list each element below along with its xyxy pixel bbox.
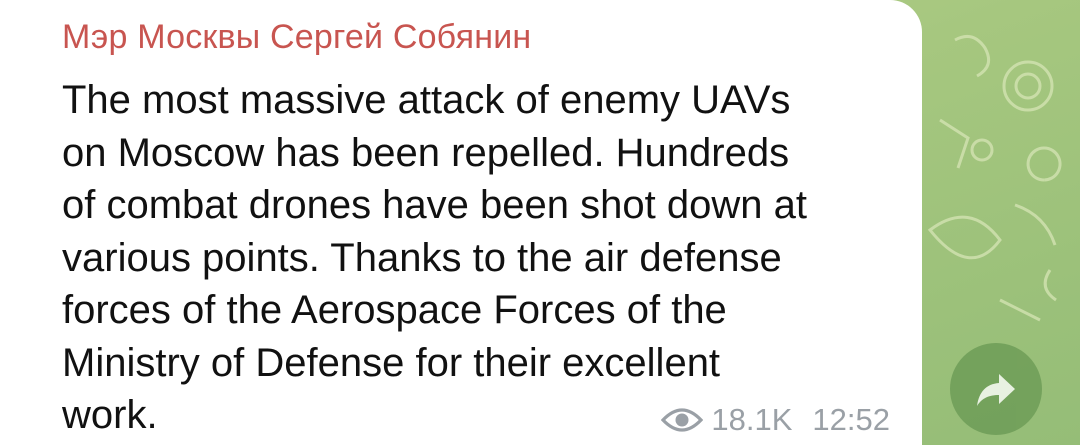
- views-count: 18.1K: [711, 402, 793, 437]
- message-line: forces of the Aerospace Forces of the: [62, 288, 727, 332]
- message-line: of combat drones have been shot down at: [62, 183, 807, 227]
- sender-name[interactable]: Мэр Москвы Сергей Собянин: [62, 18, 531, 57]
- message-line: Ministry of Defense for their excellent: [62, 340, 721, 385]
- message-time: 12:52: [812, 402, 890, 437]
- message-line: various points. Thanks to the air defens…: [62, 235, 782, 280]
- eye-icon: [661, 408, 704, 432]
- message-bubble: Мэр Москвы Сергей Собянин The most massi…: [0, 0, 922, 445]
- forward-button[interactable]: [950, 343, 1042, 435]
- message-meta: 18.1K 12:52: [661, 402, 890, 438]
- message-line: The most massive attack of enemy UAVs: [62, 78, 791, 122]
- forward-arrow-icon: [977, 374, 1015, 406]
- message-text: The most massive attack of enemy UAVs on…: [62, 74, 912, 442]
- message-line: on Moscow has been repelled. Hundreds: [62, 130, 790, 175]
